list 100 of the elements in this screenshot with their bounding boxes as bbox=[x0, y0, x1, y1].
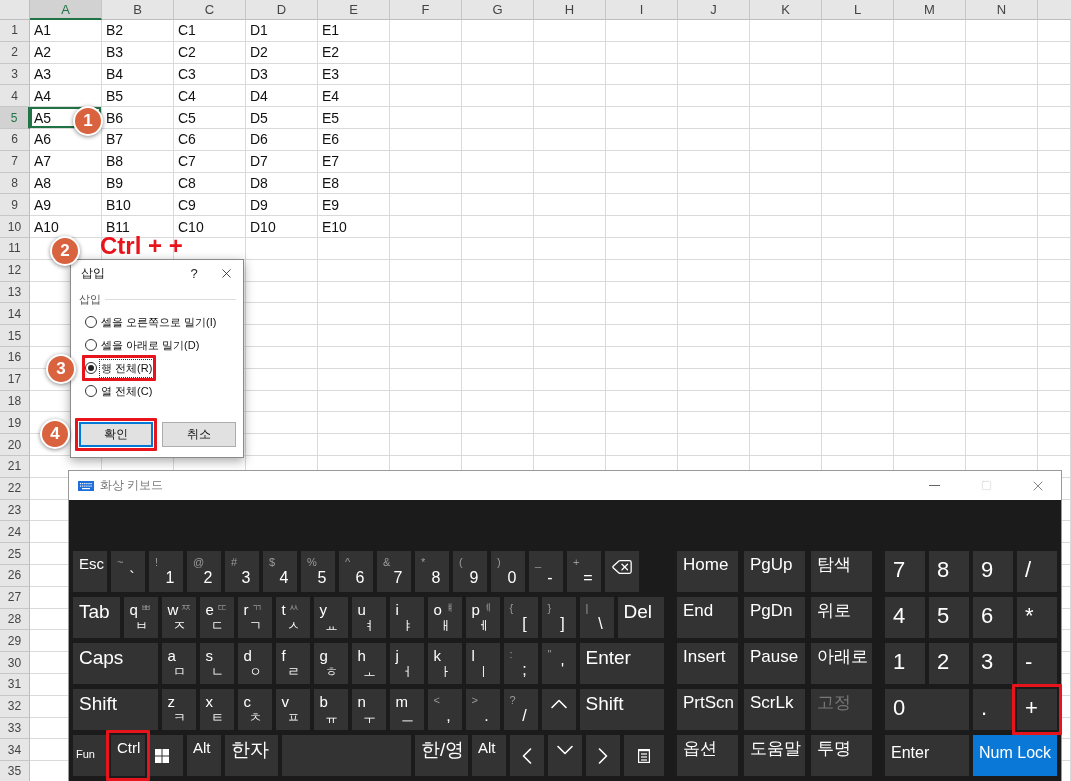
keyboard-key[interactable]: & 7 bbox=[377, 551, 411, 592]
keyboard-key[interactable]: 7 bbox=[885, 551, 925, 592]
keyboard-key[interactable]: Ctrl bbox=[111, 735, 145, 776]
keyboard-key[interactable]: ~ ` bbox=[111, 551, 145, 592]
column-header[interactable]: H bbox=[534, 0, 606, 20]
radio-button[interactable] bbox=[85, 362, 97, 374]
row-header[interactable]: 20 bbox=[0, 434, 30, 456]
keyboard-key[interactable]: 투명 bbox=[811, 735, 872, 776]
row-header[interactable]: 30 bbox=[0, 652, 30, 674]
keyboard-key[interactable]: k ㅏ bbox=[427, 643, 462, 684]
row-header[interactable]: 6 bbox=[0, 129, 30, 151]
keyboard-key[interactable]: 0 bbox=[885, 689, 969, 730]
row-header[interactable]: 14 bbox=[0, 303, 30, 326]
keyboard-key[interactable]: s ㄴ bbox=[199, 643, 234, 684]
row-header[interactable]: 5 bbox=[0, 107, 30, 129]
row-header[interactable]: 16 bbox=[0, 346, 30, 369]
row-header[interactable]: 26 bbox=[0, 564, 30, 587]
option-label[interactable]: 셀을 아래로 밀기(D) bbox=[100, 336, 201, 354]
column-header[interactable]: K bbox=[750, 0, 822, 20]
row-header[interactable]: 17 bbox=[0, 368, 30, 391]
column-header[interactable]: D bbox=[246, 0, 318, 20]
keyboard-key[interactable]: 3 bbox=[973, 643, 1013, 684]
keyboard-key[interactable]: x ㅌ bbox=[199, 689, 234, 730]
keyboard-key[interactable]: Enter bbox=[885, 735, 969, 776]
keyboard-key[interactable]: Shift bbox=[579, 689, 664, 730]
row-header[interactable]: 21 bbox=[0, 455, 30, 478]
keyboard-key[interactable]: Pause bbox=[744, 643, 805, 684]
option-label[interactable]: 셀을 오른쪽으로 밀기(I) bbox=[100, 313, 218, 331]
radio-button[interactable] bbox=[85, 316, 97, 328]
row-header[interactable]: 31 bbox=[0, 673, 30, 696]
row-header[interactable]: 1 bbox=[0, 20, 30, 42]
keyboard-key[interactable]: 한/영 bbox=[415, 735, 468, 776]
row-header[interactable]: 24 bbox=[0, 521, 30, 544]
keyboard-key[interactable]: 위로 bbox=[811, 597, 872, 638]
radio-button[interactable] bbox=[85, 385, 97, 397]
row-header[interactable]: 13 bbox=[0, 281, 30, 304]
keyboard-key[interactable]: 2 bbox=[929, 643, 969, 684]
keyboard-key[interactable]: | \ bbox=[579, 597, 614, 638]
column-header[interactable]: I bbox=[606, 0, 678, 20]
help-button[interactable]: ? bbox=[179, 265, 209, 281]
keyboard-key[interactable]: h ㅗ bbox=[351, 643, 386, 684]
keyboard-key[interactable]: f ㄹ bbox=[275, 643, 310, 684]
keyboard-key[interactable]: Enter bbox=[579, 643, 664, 684]
keyboard-key[interactable]: 아래로 bbox=[811, 643, 872, 684]
column-header[interactable]: J bbox=[678, 0, 750, 20]
keyboard-key[interactable]: Insert bbox=[677, 643, 738, 684]
keyboard-key[interactable]: * bbox=[1017, 597, 1057, 638]
keyboard-key[interactable]: Del bbox=[617, 597, 664, 638]
keyboard-key[interactable]: { [ bbox=[503, 597, 538, 638]
row-header[interactable]: 12 bbox=[0, 259, 30, 282]
dialog-button[interactable]: 취소 bbox=[162, 422, 236, 447]
keyboard-key[interactable]: u ㅕ bbox=[351, 597, 386, 638]
row-header[interactable]: 7 bbox=[0, 150, 30, 173]
column-header[interactable]: L bbox=[822, 0, 894, 20]
keyboard-key[interactable]: End bbox=[677, 597, 738, 638]
keyboard-key[interactable]: } ] bbox=[541, 597, 576, 638]
keyboard-key[interactable]: < , bbox=[427, 689, 462, 730]
keyboard-key[interactable]: c ㅊ bbox=[237, 689, 272, 730]
row-header[interactable]: 10 bbox=[0, 216, 30, 238]
column-header[interactable]: C bbox=[174, 0, 246, 20]
keyboard-key[interactable]: a ㅁ bbox=[161, 643, 196, 684]
keyboard-key[interactable]: 8 bbox=[929, 551, 969, 592]
keyboard-key[interactable]: Num Lock bbox=[973, 735, 1057, 776]
keyboard-key[interactable]: Caps bbox=[73, 643, 158, 684]
radio-button[interactable] bbox=[85, 339, 97, 351]
keyboard-key[interactable]: v ㅍ bbox=[275, 689, 310, 730]
row-header[interactable]: 22 bbox=[0, 477, 30, 500]
keyboard-key[interactable]: Shift bbox=[73, 689, 158, 730]
keyboard-key[interactable]: Esc bbox=[73, 551, 107, 592]
keyboard-key[interactable] bbox=[624, 735, 664, 776]
row-header[interactable]: 11 bbox=[0, 237, 30, 260]
dialog-button[interactable]: 확인 bbox=[79, 422, 153, 447]
column-header[interactable]: M bbox=[894, 0, 966, 20]
row-header[interactable]: 23 bbox=[0, 499, 30, 522]
keyboard-key[interactable]: m ㅡ bbox=[389, 689, 424, 730]
keyboard-key[interactable]: # 3 bbox=[225, 551, 259, 592]
keyboard-key[interactable]: ) 0 bbox=[491, 551, 525, 592]
row-header[interactable]: 35 bbox=[0, 761, 30, 781]
keyboard-key[interactable]: b ㅠ bbox=[313, 689, 348, 730]
row-header[interactable]: 19 bbox=[0, 412, 30, 435]
keyboard-key[interactable]: g ㅎ bbox=[313, 643, 348, 684]
keyboard-key[interactable]: @ 2 bbox=[187, 551, 221, 592]
option-label[interactable]: 열 전체(C) bbox=[100, 382, 154, 400]
keyboard-key[interactable]: y ㅛ bbox=[313, 597, 348, 638]
keyboard-key[interactable]: ^ 6 bbox=[339, 551, 373, 592]
row-header[interactable]: 33 bbox=[0, 717, 30, 740]
row-header[interactable]: 32 bbox=[0, 695, 30, 718]
keyboard-key[interactable]: ( 9 bbox=[453, 551, 487, 592]
keyboard-key[interactable]: 탐색 bbox=[811, 551, 872, 592]
option-label[interactable]: 행 전체(R) bbox=[100, 359, 154, 377]
keyboard-key[interactable]: 5 bbox=[929, 597, 969, 638]
keyboard-key[interactable]: _ - bbox=[529, 551, 563, 592]
row-header[interactable]: 27 bbox=[0, 586, 30, 609]
keyboard-key[interactable]: ? / bbox=[503, 689, 538, 730]
keyboard-key[interactable]: + = bbox=[567, 551, 601, 592]
keyboard-key[interactable] bbox=[586, 735, 620, 776]
keyboard-key[interactable]: Home bbox=[677, 551, 738, 592]
row-header[interactable]: 8 bbox=[0, 172, 30, 195]
row-header[interactable]: 15 bbox=[0, 325, 30, 347]
keyboard-key[interactable] bbox=[510, 735, 544, 776]
